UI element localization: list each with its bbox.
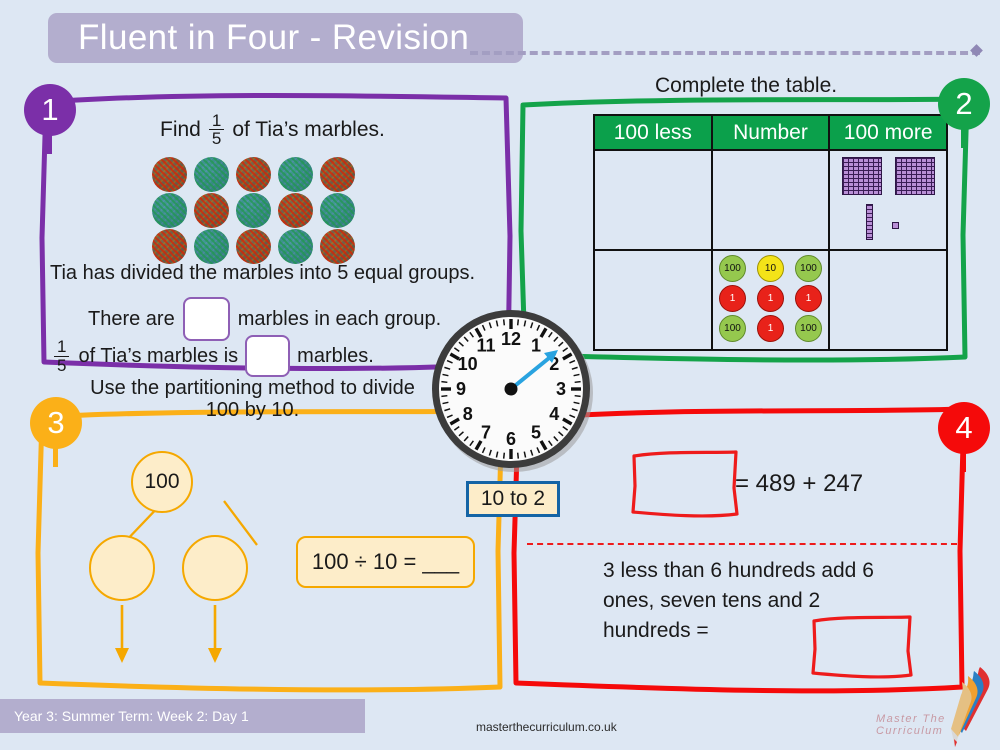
part-whole-whole: 100 [131,451,193,513]
counter-hundred: 100 [794,315,822,342]
clock-numeral: 8 [463,404,473,424]
cell-row2-100-more[interactable] [828,249,948,351]
cell-row2-number: 100 10 100 1 1 1 100 1 100 [710,249,831,351]
table-header-100-more: 100 more [828,114,948,151]
footer-bar: Year 3: Summer Term: Week 2: Day 1 [0,699,365,733]
clock-numeral: 1 [531,336,541,356]
marble [236,193,271,228]
q1-fraction-2-denominator: 5 [57,355,67,375]
clock-numeral: 6 [506,429,516,449]
clock-numeral: 5 [531,422,541,442]
question-3-prompt: Use the partitioning method to divide 10… [90,377,415,422]
q1-fraction-numerator: 1 [208,112,225,131]
counter-hundred: 100 [794,255,822,282]
cell-row1-100-more [828,149,948,251]
base-ten-blocks [830,152,946,248]
q1-fraction: 1 5 [208,112,225,149]
clock-numeral: 9 [456,379,466,399]
question-4-divider [527,543,957,545]
table-header-100-less: 100 less [593,114,713,151]
page-title: Fluent in Four - Revision [78,18,470,57]
question-1-line-4: 1 5 of Tia’s marbles is marbles. [52,335,374,377]
question-2-prompt: Complete the table. [655,74,838,97]
marble [236,229,271,264]
marble [194,157,229,192]
q1-line3-after: marbles in each group. [237,307,442,330]
counter-hundred: 100 [718,315,746,342]
question-1-badge: 1 [24,84,76,136]
marble [152,193,187,228]
place-value-counters: 100 10 100 1 1 1 100 1 100 [713,255,829,345]
marble [152,229,187,264]
table-row: 100 10 100 1 1 1 100 1 100 [593,249,948,351]
q1-fraction-2-numerator: 1 [54,338,70,357]
counter-one: 1 [756,285,784,312]
marble [278,229,313,264]
counter-ten: 10 [756,255,784,282]
q1-fraction-2: 1 5 [54,338,70,375]
marble [236,157,271,192]
question-3-equation[interactable]: 100 ÷ 10 = ___ [296,536,475,588]
question-1-line-2: Tia has divided the marbles into 5 equal… [50,262,476,284]
q1-answer-box-2[interactable] [245,335,291,377]
table-row [593,149,948,251]
marble [320,193,355,228]
clock-numeral: 12 [501,329,521,349]
marbles-grid [152,157,362,265]
ones-cube [892,222,900,229]
clock-time-label: 10 to 2 [466,481,560,517]
counter-one: 1 [718,285,746,312]
analogue-clock: 1 2 3 4 5 6 7 8 9 10 11 12 [428,305,596,482]
q1-prompt-suffix: of Tia’s marbles. [232,117,385,141]
worksheet-page: Fluent in Four - Revision 1 Find 1 5 of … [0,0,1000,750]
cell-row2-100-less[interactable] [593,249,713,351]
marble [278,157,313,192]
marble [194,229,229,264]
clock-numeral: 10 [458,354,478,374]
hundreds-flat [895,157,936,195]
q1-fraction-denominator: 5 [211,129,222,149]
marble [194,193,229,228]
question-4-badge: 4 [938,402,990,454]
footer-term-info: Year 3: Summer Term: Week 2: Day 1 [14,708,249,724]
table-header-row: 100 less Number 100 more [593,114,948,151]
question-1-prompt: Find 1 5 of Tia’s marbles. [160,112,385,148]
table-header-number: Number [710,114,831,151]
marble [320,157,355,192]
q1-prompt-prefix: Find [160,117,201,141]
clock-numeral: 3 [556,379,566,399]
clock-numeral: 11 [476,336,495,356]
q1-line4-before: of Tia’s marbles is [78,344,239,367]
question-4-equation: = 489 + 247 [735,470,864,497]
question-2-badge: 2 [938,78,990,130]
cell-row1-number[interactable] [710,149,831,251]
marble [278,193,313,228]
part-whole-part-right[interactable] [182,535,248,601]
place-value-table: 100 less Number 100 more 100 10 100 1 1 … [593,114,948,351]
title-dashed-line [470,51,980,55]
counter-hundred: 100 [718,255,746,282]
question-4-answer-box-1[interactable] [628,448,743,520]
part-whole-part-left[interactable] [89,535,155,601]
question-3-badge: 3 [30,397,82,449]
footer-url: masterthecurriculum.co.uk [476,720,617,734]
question-4-answer-box-2[interactable] [808,613,918,681]
q1-line3-before: There are [88,307,175,330]
clock-numeral: 7 [481,422,491,442]
cell-row1-100-less[interactable] [593,149,713,251]
tens-rod [866,204,874,240]
pencil-logo-icon [951,667,990,747]
marble [320,229,355,264]
marble [152,157,187,192]
counter-one: 1 [794,285,822,312]
q1-line4-after: marbles. [297,344,374,367]
page-title-bar: Fluent in Four - Revision [48,13,523,63]
clock-numeral: 4 [549,404,559,424]
counter-one: 1 [756,315,784,342]
hundreds-flat [842,157,883,195]
